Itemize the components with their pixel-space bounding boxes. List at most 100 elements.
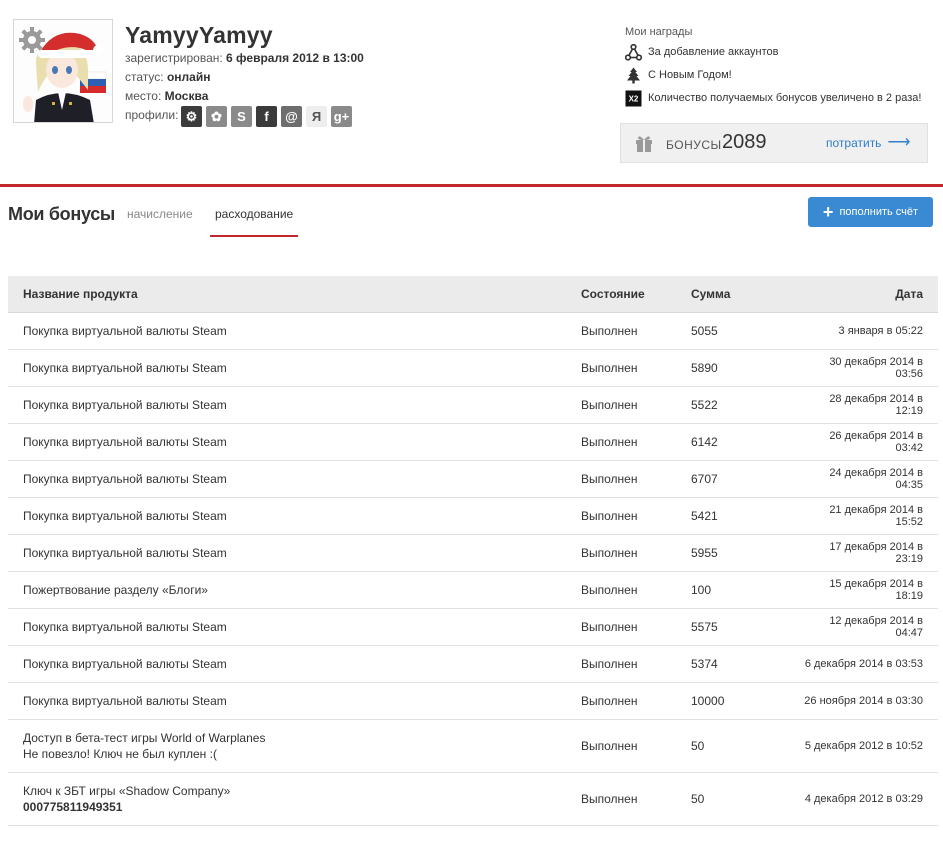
table-row: Покупка виртуальной валюты Steam Выполнен… — [8, 387, 938, 424]
date-cell: 3 января в 05:22 — [838, 325, 923, 337]
status-label: статус: — [125, 70, 164, 84]
status-cell: Выполнен — [581, 620, 638, 634]
product-name: Покупка виртуальной валюты Steam — [23, 509, 227, 523]
date-cell: 26 декабря 2014 в 03:42 — [829, 430, 923, 454]
product-name: Ключ к ЗБТ игры «Shadow Company» — [23, 784, 231, 798]
profiles-label: профили: — [125, 108, 179, 122]
flower-icon[interactable]: ✿ — [206, 106, 227, 127]
steam-icon[interactable]: ⚙ — [181, 106, 202, 127]
google-plus-icon[interactable]: g+ — [331, 106, 352, 127]
header-name[interactable]: Название продукта — [8, 286, 581, 302]
product-name: Покупка виртуальной валюты Steam — [23, 435, 227, 449]
email-icon[interactable]: @ — [281, 106, 302, 127]
spend-link[interactable]: потратить ⟶ — [826, 135, 910, 151]
award-item: X2 Количество получаемых бонусов увеличе… — [625, 89, 921, 107]
product-name-cell: Покупка виртуальной валюты Steam — [8, 360, 581, 376]
status-cell: Выполнен — [581, 435, 638, 449]
sum-cell: 5374 — [691, 657, 718, 671]
gift-icon — [634, 133, 654, 153]
transactions-table: Название продукта Состояние Сумма Дата П… — [8, 276, 938, 826]
svg-text:X2: X2 — [629, 94, 639, 103]
status-cell: Выполнен — [581, 472, 638, 486]
username: YamyyYamyy — [125, 22, 273, 48]
product-name-cell: Покупка виртуальной валюты Steam — [8, 471, 581, 487]
product-name: Покупка виртуальной валюты Steam — [23, 398, 227, 412]
table-row: Покупка виртуальной валюты Steam Выполнен… — [8, 461, 938, 498]
sum-cell: 5421 — [691, 509, 718, 523]
sum-cell: 6142 — [691, 435, 718, 449]
product-name-cell: Покупка виртуальной валюты Steam — [8, 508, 581, 524]
facebook-icon[interactable]: f — [256, 106, 277, 127]
product-name-cell: Доступ в бета-тест игры World of Warplan… — [8, 730, 581, 762]
sum-cell: 5890 — [691, 361, 718, 375]
x2-icon: X2 — [625, 90, 642, 107]
spend-label: потратить — [826, 136, 882, 150]
date-cell: 4 декабря 2012 в 03:29 — [804, 793, 923, 805]
date-cell: 17 декабря 2014 в 23:19 — [829, 541, 923, 565]
plus-icon: + — [822, 202, 834, 222]
status-cell: Выполнен — [581, 739, 638, 753]
table-row: Пожертвование разделу «Блоги» Выполнен 100… — [8, 572, 938, 609]
table-row: Покупка виртуальной валюты Steam Выполнен… — [8, 535, 938, 572]
status-cell: Выполнен — [581, 546, 638, 560]
table-row: Доступ в бета-тест игры World of Warplan… — [8, 720, 938, 773]
product-name: Покупка виртуальной валюты Steam — [23, 546, 227, 560]
table-row: Покупка виртуальной валюты Steam Выполнен… — [8, 313, 938, 350]
award-label: Количество получаемых бонусов увеличено … — [648, 92, 922, 104]
table-row: Покупка виртуальной валюты Steam Выполнен… — [8, 498, 938, 535]
topup-button[interactable]: + пополнить счёт — [808, 197, 933, 227]
network-icon — [625, 43, 642, 61]
status-cell: Выполнен — [581, 792, 638, 806]
product-name: Покупка виртуальной валюты Steam — [23, 657, 227, 671]
product-name: Доступ в бета-тест игры World of Warplan… — [23, 731, 266, 745]
tab-accrual[interactable]: начисление — [127, 207, 193, 221]
tab-spending[interactable]: расходование — [210, 207, 299, 237]
section-title: Мои бонусы — [8, 204, 115, 224]
gear-icon[interactable] — [18, 26, 46, 54]
table-row: Покупка виртуальной валюты Steam Выполнен… — [8, 646, 938, 683]
table-body: Покупка виртуальной валюты Steam Выполнен… — [8, 313, 938, 826]
status-cell: Выполнен — [581, 694, 638, 708]
status-cell: Выполнен — [581, 361, 638, 375]
header-state[interactable]: Состояние — [581, 287, 691, 301]
status-cell: Выполнен — [581, 657, 638, 671]
sum-cell: 50 — [691, 792, 705, 806]
profile-icons: ⚙ ✿ Sf @ Яg+ — [181, 106, 352, 127]
status-info: статус: онлайн — [125, 70, 210, 84]
award-item: С Новым Годом! — [625, 66, 732, 84]
registered-info: зарегистрирован: 6 февраля 2012 в 13:00 — [125, 51, 364, 65]
header-sum[interactable]: Сумма — [691, 287, 801, 301]
bonus-box: БОНУСЫ 2089 потратить ⟶ — [620, 123, 928, 163]
date-cell: 30 декабря 2014 в 03:56 — [829, 356, 923, 380]
sum-cell: 5575 — [691, 620, 718, 634]
product-name: Покупка виртуальной валюты Steam — [23, 472, 227, 486]
date-cell: 24 декабря 2014 в 04:35 — [829, 467, 923, 491]
place-label: место: — [125, 89, 162, 103]
place-value: Москва — [164, 89, 209, 103]
skype-icon[interactable]: S — [231, 106, 252, 127]
date-cell: 28 декабря 2014 в 12:19 — [829, 393, 923, 417]
tree-icon — [625, 67, 642, 84]
product-note: Не повезло! Ключ не был куплен :( — [23, 747, 217, 761]
product-name: Покупка виртуальной валюты Steam — [23, 620, 227, 634]
table-row: Покупка виртуальной валюты Steam Выполнен… — [8, 424, 938, 461]
product-name-cell: Пожертвование разделу «Блоги» — [8, 582, 581, 598]
date-cell: 21 декабря 2014 в 15:52 — [829, 504, 923, 528]
date-cell: 6 декабря 2014 в 03:53 — [804, 658, 923, 670]
product-name-cell: Покупка виртуальной валюты Steam — [8, 323, 581, 339]
sum-cell: 10000 — [691, 694, 725, 708]
award-label: С Новым Годом! — [648, 69, 732, 81]
sum-cell: 5055 — [691, 324, 718, 338]
date-cell: 12 декабря 2014 в 04:47 — [829, 615, 923, 639]
status-value: онлайн — [166, 70, 211, 84]
status-cell: Выполнен — [581, 509, 638, 523]
table-row: Покупка виртуальной валюты Steam Выполнен… — [8, 683, 938, 720]
product-name-cell: Покупка виртуальной валюты Steam — [8, 693, 581, 709]
bonus-label: БОНУСЫ — [666, 138, 722, 152]
table-row: Покупка виртуальной валюты Steam Выполнен… — [8, 350, 938, 387]
sum-cell: 5955 — [691, 546, 718, 560]
header-date[interactable]: Дата — [801, 287, 938, 301]
yandex-icon[interactable]: Я — [306, 106, 327, 127]
product-name-cell: Ключ к ЗБТ игры «Shadow Company» 00077581… — [8, 783, 581, 815]
product-name: Покупка виртуальной валюты Steam — [23, 324, 227, 338]
